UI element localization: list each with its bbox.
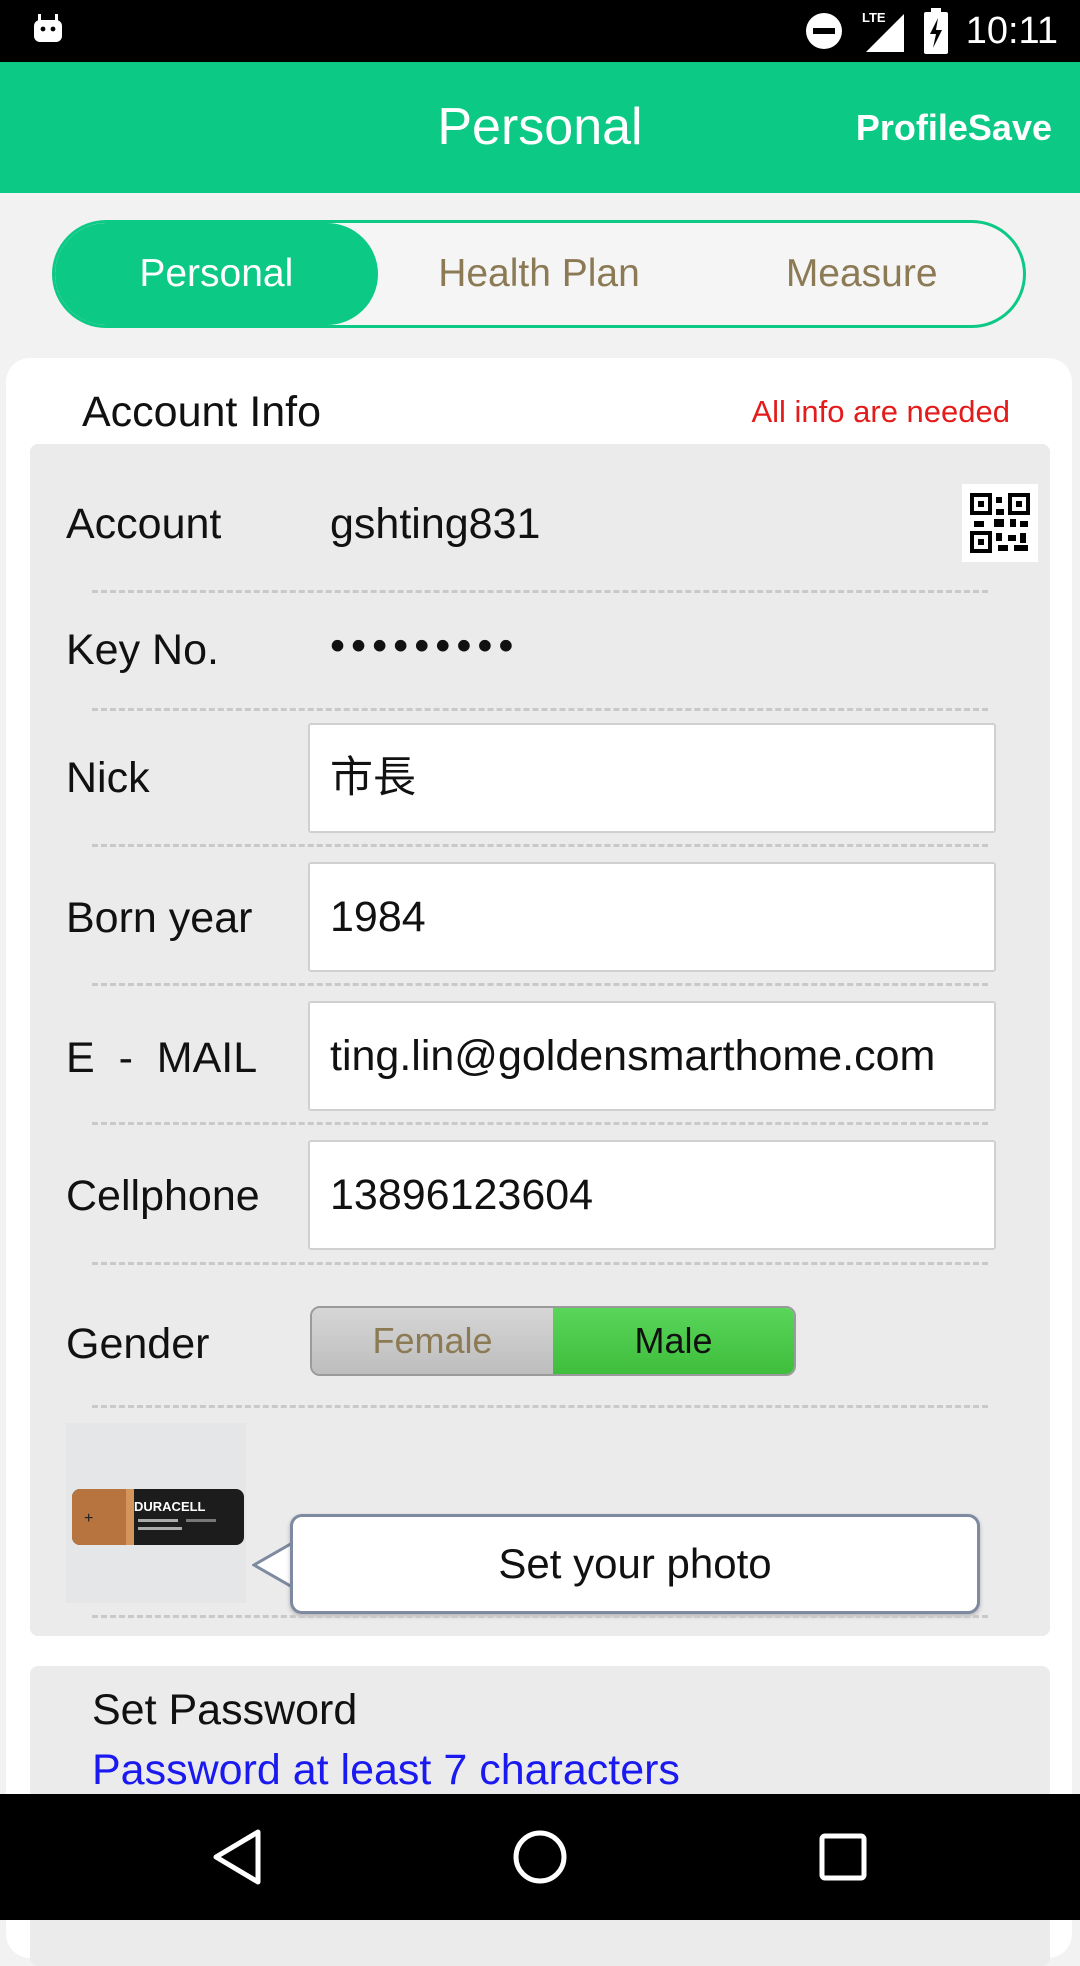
email-label: E - MAIL xyxy=(66,1034,258,1082)
gender-selector: Female Male xyxy=(310,1306,796,1376)
key-value: ••••••••• xyxy=(330,622,520,670)
nick-field[interactable]: 市長 xyxy=(308,723,996,833)
account-info-title: Account Info xyxy=(82,388,322,436)
lte-signal-icon: LTE xyxy=(862,10,904,52)
qr-code-icon[interactable] xyxy=(962,484,1038,562)
nick-label: Nick xyxy=(66,754,150,802)
set-password-title: Set Password xyxy=(92,1686,358,1734)
app-bar: Personal ProfileSave xyxy=(0,62,1080,193)
born-year-field[interactable]: 1984 xyxy=(308,862,996,972)
back-icon[interactable] xyxy=(202,1822,272,1892)
status-bar: LTE 10:11 xyxy=(0,0,1080,62)
gender-label: Gender xyxy=(66,1320,210,1368)
divider xyxy=(92,844,988,847)
cellphone-field[interactable]: 13896123604 xyxy=(308,1140,996,1250)
set-photo-button[interactable]: Set your photo xyxy=(290,1514,980,1614)
profile-save-button[interactable]: ProfileSave xyxy=(856,62,1052,193)
svg-text:+: + xyxy=(84,1510,93,1527)
divider xyxy=(92,708,988,711)
do-not-disturb-icon xyxy=(805,13,842,49)
divider xyxy=(92,1262,988,1265)
qr-code-graphic xyxy=(970,493,1030,553)
gender-female-option[interactable]: Female xyxy=(312,1308,553,1374)
navigation-bar xyxy=(0,1794,1080,1920)
android-icon xyxy=(34,14,62,42)
divider xyxy=(92,1122,988,1125)
divider xyxy=(92,1405,988,1408)
email-field[interactable]: ting.lin@goldensmarthome.com xyxy=(308,1001,996,1111)
tab-measure[interactable]: Measure xyxy=(700,223,1023,325)
cellphone-label: Cellphone xyxy=(66,1172,260,1220)
profile-photo[interactable]: + DURACELL xyxy=(66,1423,246,1603)
divider xyxy=(92,590,988,593)
clock: 10:11 xyxy=(965,9,1058,52)
battery-photo-graphic: + DURACELL xyxy=(66,1423,246,1603)
divider xyxy=(92,983,988,986)
divider xyxy=(92,1615,988,1618)
tab-health-plan[interactable]: Health Plan xyxy=(378,223,701,325)
battery-brand-text: DURACELL xyxy=(134,1499,206,1514)
bubble-tail xyxy=(252,1540,294,1590)
account-label: Account xyxy=(66,500,222,548)
born-year-label: Born year xyxy=(66,894,253,942)
battery-charging-icon xyxy=(923,8,948,54)
password-hint: Password at least 7 characters xyxy=(92,1746,680,1794)
svg-text:LTE: LTE xyxy=(862,10,886,25)
gender-male-option[interactable]: Male xyxy=(553,1308,794,1374)
home-icon[interactable] xyxy=(505,1822,575,1892)
key-label: Key No. xyxy=(66,626,219,674)
recents-icon[interactable] xyxy=(808,1822,878,1892)
tab-personal[interactable]: Personal xyxy=(55,223,378,325)
account-value: gshting831 xyxy=(330,500,541,548)
required-note: All info are needed xyxy=(751,394,1010,429)
tab-bar: Personal Health Plan Measure xyxy=(52,220,1026,328)
